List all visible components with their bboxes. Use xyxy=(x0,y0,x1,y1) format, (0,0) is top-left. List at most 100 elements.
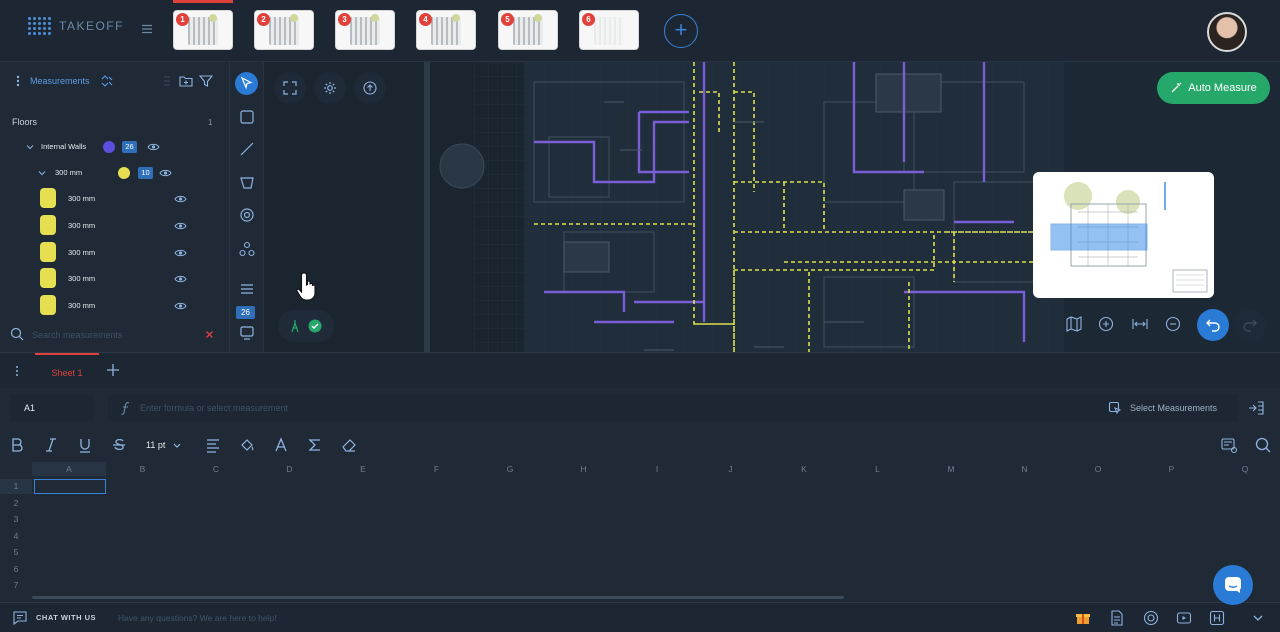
row-header[interactable]: 4 xyxy=(0,531,32,541)
add-page-button[interactable]: + xyxy=(664,14,698,48)
column-header[interactable]: F xyxy=(400,462,474,476)
sum-icon[interactable] xyxy=(306,436,324,454)
undo-button[interactable] xyxy=(1197,309,1229,341)
zoom-in-icon[interactable] xyxy=(1096,314,1116,334)
support-icon[interactable] xyxy=(1143,610,1159,626)
redo-button[interactable] xyxy=(1234,309,1266,341)
calibration-status[interactable] xyxy=(278,310,334,342)
page-thumbnail-1[interactable]: 1 xyxy=(173,10,233,50)
user-avatar[interactable] xyxy=(1207,12,1247,52)
page-thumbnail-6[interactable]: 6 xyxy=(579,10,639,50)
insert-measurement-icon[interactable] xyxy=(1248,400,1264,416)
export-button[interactable] xyxy=(354,72,386,104)
target-count-tool-icon[interactable] xyxy=(238,206,256,224)
column-header[interactable]: G xyxy=(473,462,547,476)
chat-title[interactable]: CHAT WITH US xyxy=(36,613,96,622)
sort-icon[interactable] xyxy=(161,74,175,88)
settings-button[interactable] xyxy=(314,72,346,104)
chat-launcher-button[interactable] xyxy=(1213,565,1253,605)
measurement-item[interactable]: 300 mm xyxy=(0,295,228,317)
formula-input[interactable] xyxy=(140,401,740,415)
chevron-down-icon[interactable] xyxy=(172,436,182,454)
add-sheet-icon[interactable] xyxy=(105,362,121,378)
video-icon[interactable] xyxy=(1176,610,1192,626)
select-measurements-button[interactable]: Select Measurements xyxy=(1108,395,1217,421)
page-thumbnail-3[interactable]: 3 xyxy=(335,10,395,50)
column-header[interactable]: N xyxy=(988,462,1062,476)
column-header[interactable]: Q xyxy=(1208,462,1280,476)
measurement-color-swatch[interactable] xyxy=(40,295,56,315)
sheet-tab[interactable]: Sheet 1 xyxy=(35,353,99,389)
app-logo[interactable]: TAKEOFF xyxy=(28,17,124,35)
align-left-icon[interactable] xyxy=(204,436,222,454)
category-row-internal-walls[interactable]: Internal Walls 26 xyxy=(0,138,228,156)
eye-icon[interactable] xyxy=(174,194,187,204)
column-header[interactable]: C xyxy=(179,462,253,476)
hamburger-menu-icon[interactable] xyxy=(141,23,153,35)
italic-icon[interactable] xyxy=(42,436,60,454)
cell-reference[interactable]: A1 xyxy=(10,395,93,421)
filter-icon[interactable] xyxy=(199,74,213,88)
more-vertical-icon[interactable] xyxy=(14,74,22,88)
page-thumbnail-2[interactable]: 2 xyxy=(254,10,314,50)
category-color-dot[interactable] xyxy=(103,141,115,153)
eye-icon[interactable] xyxy=(174,301,187,311)
measurement-color-swatch[interactable] xyxy=(40,188,56,208)
measurement-color-swatch[interactable] xyxy=(40,215,56,235)
monitor-tool-icon[interactable] xyxy=(238,324,256,342)
selected-cell[interactable] xyxy=(34,479,106,494)
measurement-item[interactable]: 300 mm xyxy=(0,215,228,237)
row-header[interactable]: 3 xyxy=(0,514,32,524)
polygon-tool-icon[interactable] xyxy=(238,174,256,192)
chevron-down-icon[interactable] xyxy=(38,169,46,177)
eraser-icon[interactable] xyxy=(340,436,358,454)
horizontal-scrollbar[interactable] xyxy=(32,596,844,599)
fullscreen-button[interactable] xyxy=(274,72,306,104)
row-header[interactable]: 1 xyxy=(0,481,32,491)
column-header[interactable]: H xyxy=(547,462,621,476)
underline-icon[interactable] xyxy=(76,436,94,454)
text-color-icon[interactable] xyxy=(272,436,290,454)
row-header[interactable]: 7 xyxy=(0,580,32,590)
measurement-item[interactable]: 300 mm xyxy=(0,268,228,290)
row-header[interactable]: 2 xyxy=(0,498,32,508)
eye-icon[interactable] xyxy=(147,142,160,152)
select-tool-button[interactable] xyxy=(235,72,258,95)
row-header[interactable]: 6 xyxy=(0,564,32,574)
column-header[interactable]: D xyxy=(253,462,327,476)
group-label-floors[interactable]: Floors xyxy=(12,117,37,127)
zoom-out-icon[interactable] xyxy=(1163,314,1183,334)
search-icon[interactable] xyxy=(1254,436,1272,454)
chat-icon[interactable] xyxy=(12,610,28,626)
column-header[interactable]: M xyxy=(914,462,988,476)
eye-icon[interactable] xyxy=(174,221,187,231)
subcategory-row-300mm[interactable]: 300 mm 10 xyxy=(0,164,228,182)
spreadsheet-grid[interactable]: ABCDEFGHIJKLMNOPQ 1 2 3 4 5 6 7 xyxy=(0,462,1280,597)
font-size-select[interactable]: 11 pt xyxy=(146,440,165,450)
chevron-down-icon[interactable] xyxy=(1250,610,1266,626)
measurement-color-swatch[interactable] xyxy=(40,242,56,262)
chevron-down-icon[interactable] xyxy=(26,143,34,151)
gift-icon[interactable] xyxy=(1075,610,1091,626)
clear-search-icon[interactable] xyxy=(205,330,214,339)
collapse-expand-icon[interactable] xyxy=(100,74,114,88)
more-vertical-icon[interactable] xyxy=(14,365,20,377)
subcategory-color-dot[interactable] xyxy=(118,167,130,179)
bold-icon[interactable] xyxy=(8,436,26,454)
group-tool-icon[interactable] xyxy=(238,240,256,258)
measurement-item[interactable]: 300 mm xyxy=(0,242,228,264)
strikethrough-icon[interactable] xyxy=(110,436,128,454)
new-folder-icon[interactable] xyxy=(179,74,193,88)
column-header[interactable]: J xyxy=(694,462,768,476)
sheet-settings-icon[interactable] xyxy=(1220,436,1238,454)
column-header[interactable]: B xyxy=(106,462,180,476)
column-header[interactable]: I xyxy=(620,462,694,476)
column-header[interactable]: K xyxy=(767,462,841,476)
column-header[interactable]: L xyxy=(841,462,915,476)
drawing-canvas[interactable]: Auto Measure xyxy=(264,62,1280,352)
minimap[interactable] xyxy=(1033,172,1214,298)
list-tool-icon[interactable] xyxy=(238,280,256,298)
eye-icon[interactable] xyxy=(174,274,187,284)
eye-icon[interactable] xyxy=(159,168,172,178)
fit-width-icon[interactable] xyxy=(1130,314,1150,334)
